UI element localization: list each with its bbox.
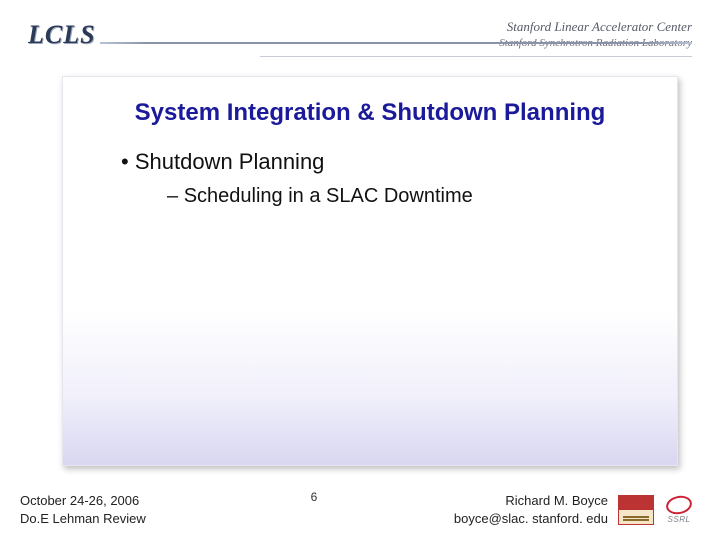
content-card: System Integration & Shutdown Planning S… — [62, 76, 678, 466]
bullet-level-1: Shutdown Planning — [121, 149, 655, 175]
header: LCLS Stanford Linear Accelerator Center … — [0, 0, 720, 62]
header-divider — [100, 42, 692, 44]
bullet-level-2: Scheduling in a SLAC Downtime — [167, 185, 655, 208]
lcls-logo-text: LCLS — [28, 20, 96, 50]
slac-logo-icon — [618, 495, 654, 525]
footer-right: Richard M. Boyce boyce@slac. stanford. e… — [327, 492, 608, 527]
slide: LCLS Stanford Linear Accelerator Center … — [0, 0, 720, 540]
footer: October 24-26, 2006 Do.E Lehman Review 6… — [0, 482, 720, 540]
footer-logos: SSRL — [618, 495, 700, 525]
lab-name-1: Stanford Linear Accelerator Center — [499, 20, 692, 35]
header-lab-block: Stanford Linear Accelerator Center Stanf… — [499, 20, 692, 50]
logo-left: LCLS — [28, 20, 96, 50]
page-number: 6 — [311, 488, 318, 504]
ssrl-label: SSRL — [668, 515, 691, 524]
footer-author: Richard M. Boyce — [327, 492, 608, 510]
footer-email: boyce@slac. stanford. edu — [327, 510, 608, 528]
ssrl-logo-icon: SSRL — [658, 495, 700, 525]
footer-date: October 24-26, 2006 — [20, 492, 301, 510]
slide-title: System Integration & Shutdown Planning — [85, 99, 655, 127]
footer-left: October 24-26, 2006 Do.E Lehman Review — [20, 492, 301, 527]
footer-review: Do.E Lehman Review — [20, 510, 301, 528]
header-subdivider — [260, 56, 692, 57]
ssrl-ring-icon — [664, 493, 693, 516]
